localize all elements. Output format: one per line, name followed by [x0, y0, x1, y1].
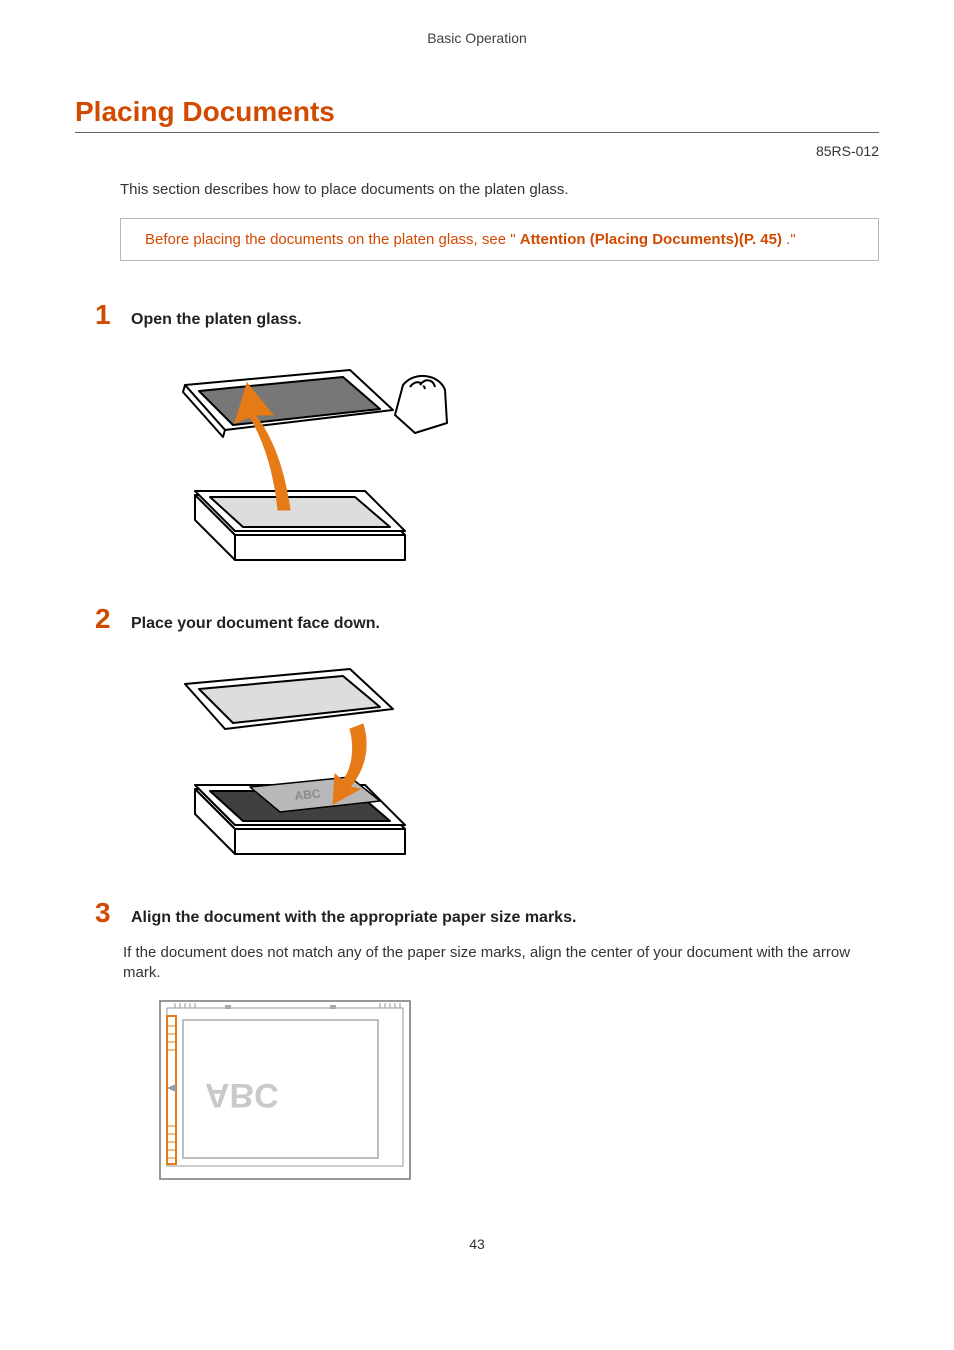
page-title: Placing Documents [75, 96, 879, 133]
svg-text:ABC: ABC [205, 1076, 279, 1114]
figure-open-platen [155, 345, 879, 575]
note-link[interactable]: Attention (Placing Documents)(P. 45) [520, 231, 782, 248]
step-2: 2 Place your document face down. [95, 605, 879, 869]
intro-text: This section describes how to place docu… [120, 181, 879, 198]
step-1: 1 Open the platen glass. [95, 301, 879, 575]
step-title: Align the document with the appropriate … [131, 909, 576, 927]
svg-text:ABC: ABC [294, 786, 322, 803]
document-code: 85RS-012 [75, 143, 879, 159]
step-number: 1 [95, 301, 117, 329]
figure-align-document: ABC [155, 996, 879, 1186]
step-title: Open the platen glass. [131, 311, 302, 329]
section-header: Basic Operation [75, 30, 879, 46]
figure-place-document: ABC [155, 649, 879, 869]
note-suffix: ." [782, 231, 796, 248]
step-body: If the document does not match any of th… [123, 943, 879, 984]
step-number: 2 [95, 605, 117, 633]
note-prefix: Before placing the documents on the plat… [145, 231, 520, 248]
note-box: Before placing the documents on the plat… [120, 218, 879, 261]
step-number: 3 [95, 899, 117, 927]
step-title: Place your document face down. [131, 615, 380, 633]
step-3: 3 Align the document with the appropriat… [95, 899, 879, 1186]
page-number: 43 [75, 1236, 879, 1252]
